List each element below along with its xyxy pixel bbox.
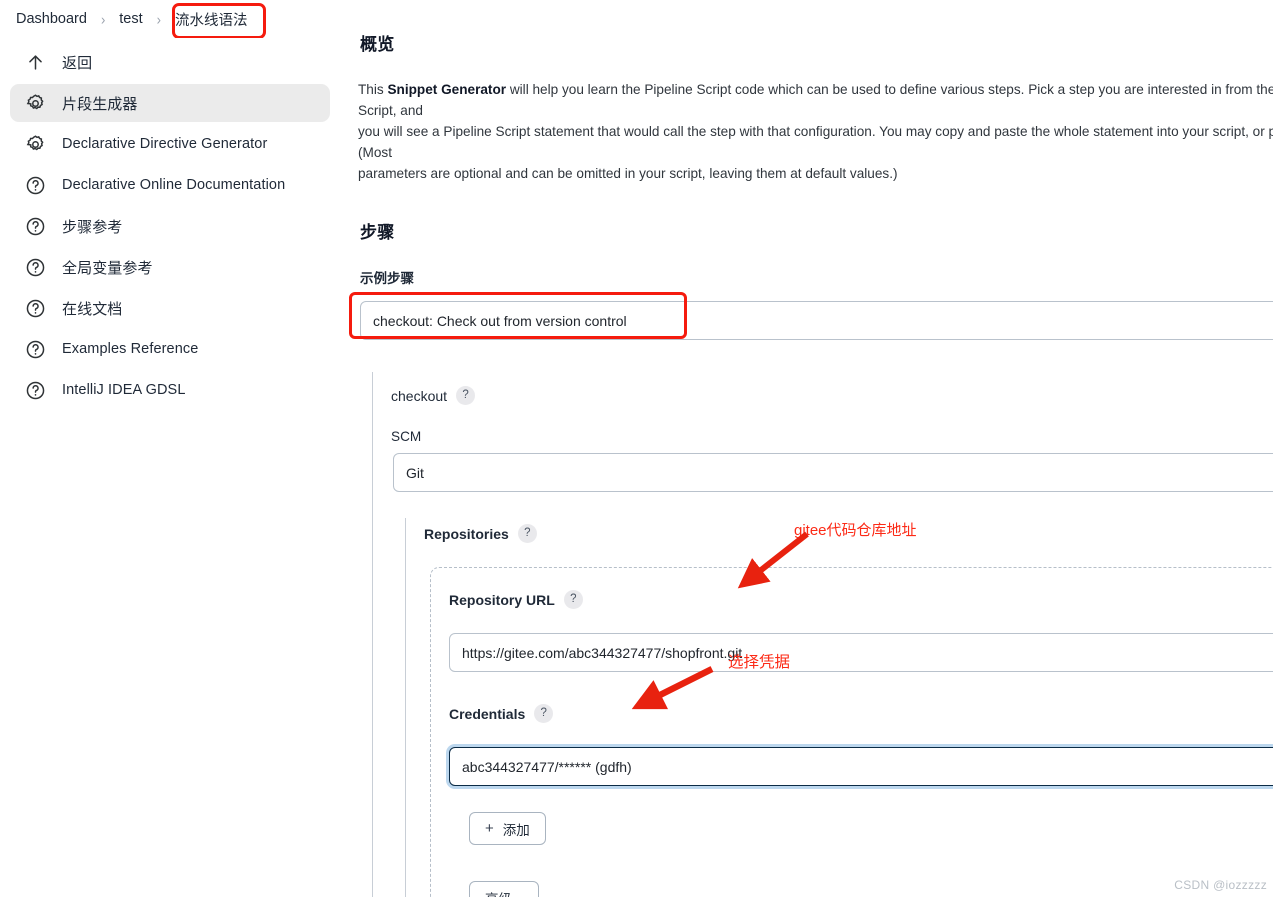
sidebar-item-step-reference[interactable]: 步骤参考 bbox=[10, 207, 330, 245]
sidebar-item-label: 步骤参考 bbox=[62, 218, 123, 236]
repository-url-label: Repository URL bbox=[449, 591, 555, 608]
credentials-wrap: abc344327477/****** (gdfh) bbox=[449, 747, 1273, 786]
help-circle-icon bbox=[22, 213, 48, 239]
overview-heading: 概览 bbox=[360, 35, 395, 54]
scm-label: SCM bbox=[391, 429, 422, 444]
sample-step-select[interactable]: checkout: Check out from version control bbox=[360, 301, 1273, 340]
breadcrumb-item-pipeline-syntax[interactable]: 流水线语法 bbox=[167, 5, 256, 34]
sidebar-item-global-variable-reference[interactable]: 全局变量参考 bbox=[10, 248, 330, 286]
help-icon[interactable]: ? bbox=[563, 590, 583, 609]
sidebar-item-label: 全局变量参考 bbox=[62, 259, 153, 277]
sidebar-item-online-documentation[interactable]: 在线文档 bbox=[10, 289, 330, 327]
sidebar-item-declarative-directive-generator[interactable]: Declarative Directive Generator bbox=[10, 125, 330, 163]
add-button-row: + 添加 bbox=[469, 812, 1273, 845]
repositories-title-row: Repositories ? bbox=[424, 524, 1273, 543]
sample-step-row: checkout: Check out from version control bbox=[349, 292, 1273, 340]
add-repository-button[interactable]: + 添加 bbox=[469, 812, 546, 845]
add-button-label: 添加 bbox=[502, 822, 530, 838]
breadcrumb-separator-icon: › bbox=[156, 10, 161, 28]
help-circle-icon bbox=[22, 295, 48, 321]
sidebar-item-label: 在线文档 bbox=[62, 300, 123, 318]
sidebar-item-back[interactable]: 返回 bbox=[10, 43, 330, 81]
help-circle-icon bbox=[22, 377, 48, 403]
gear-icon bbox=[22, 90, 48, 116]
sidebar-item-intellij-idea-gdsl[interactable]: IntelliJ IDEA GDSL bbox=[10, 371, 330, 409]
help-icon[interactable]: ? bbox=[456, 386, 476, 405]
arrow-up-icon bbox=[22, 49, 48, 75]
repository-url-title-row: Repository URL ? bbox=[449, 590, 1273, 609]
repository-entry-box: Repository URL ? https://gitee.com/abc34… bbox=[430, 567, 1273, 897]
help-circle-icon bbox=[22, 172, 48, 198]
repositories-label: Repositories bbox=[424, 525, 509, 542]
overview-paragraph: This Snippet Generator will help you lea… bbox=[358, 79, 1273, 184]
sidebar-item-label: IntelliJ IDEA GDSL bbox=[62, 382, 186, 398]
advanced-button-row: 高级... bbox=[469, 881, 1273, 897]
sidebar: 返回 片段生成器 Declarative Directive Generator bbox=[0, 38, 340, 897]
breadcrumb-item-dashboard[interactable]: Dashboard bbox=[8, 7, 95, 31]
sidebar-item-snippet-generator[interactable]: 片段生成器 bbox=[10, 84, 330, 122]
sidebar-item-label: 返回 bbox=[62, 54, 93, 72]
sidebar-item-label: 片段生成器 bbox=[62, 95, 138, 113]
sidebar-item-examples-reference[interactable]: Examples Reference bbox=[10, 330, 330, 368]
plus-icon: + bbox=[485, 820, 494, 837]
credentials-field[interactable]: abc344327477/****** (gdfh) bbox=[449, 747, 1273, 786]
breadcrumb-item-test[interactable]: test bbox=[111, 7, 150, 31]
sample-step-label: 示例步骤 bbox=[360, 271, 414, 286]
overview-text-bold: Snippet Generator bbox=[387, 82, 507, 97]
sidebar-item-label: Declarative Directive Generator bbox=[62, 136, 268, 152]
sidebar-item-declarative-online-documentation[interactable]: Declarative Online Documentation bbox=[10, 166, 330, 204]
overview-text-pre: This bbox=[358, 82, 388, 97]
breadcrumb-separator-icon: › bbox=[100, 10, 106, 28]
sidebar-item-label: Examples Reference bbox=[62, 341, 199, 357]
checkout-block: checkout ? SCM Git Repositories ? Reposi… bbox=[372, 372, 1273, 897]
checkout-title: checkout bbox=[391, 387, 448, 404]
help-circle-icon bbox=[22, 336, 48, 362]
help-icon[interactable]: ? bbox=[517, 524, 537, 543]
repositories-block: Repositories ? Repository URL ? https://… bbox=[405, 518, 1273, 897]
repository-url-field[interactable]: https://gitee.com/abc344327477/shopfront… bbox=[449, 633, 1273, 672]
steps-heading: 步骤 bbox=[360, 223, 395, 242]
scm-select[interactable]: Git bbox=[393, 453, 1273, 492]
advanced-button[interactable]: 高级... bbox=[469, 881, 540, 897]
advanced-button-label: 高级... bbox=[485, 888, 523, 897]
gear-icon bbox=[22, 131, 48, 157]
credentials-label: Credentials bbox=[449, 705, 526, 722]
main-content: 概览 This Snippet Generator will help you … bbox=[349, 30, 1273, 897]
credentials-title-row: Credentials ? bbox=[449, 704, 1273, 723]
help-circle-icon bbox=[22, 254, 48, 280]
checkout-title-row: checkout ? bbox=[391, 386, 1273, 405]
sidebar-item-label: Declarative Online Documentation bbox=[62, 177, 286, 193]
pipeline-syntax-page: Dashboard › test › 流水线语法 返回 片段生成器 Declar… bbox=[0, 0, 1273, 897]
help-icon[interactable]: ? bbox=[534, 704, 554, 723]
